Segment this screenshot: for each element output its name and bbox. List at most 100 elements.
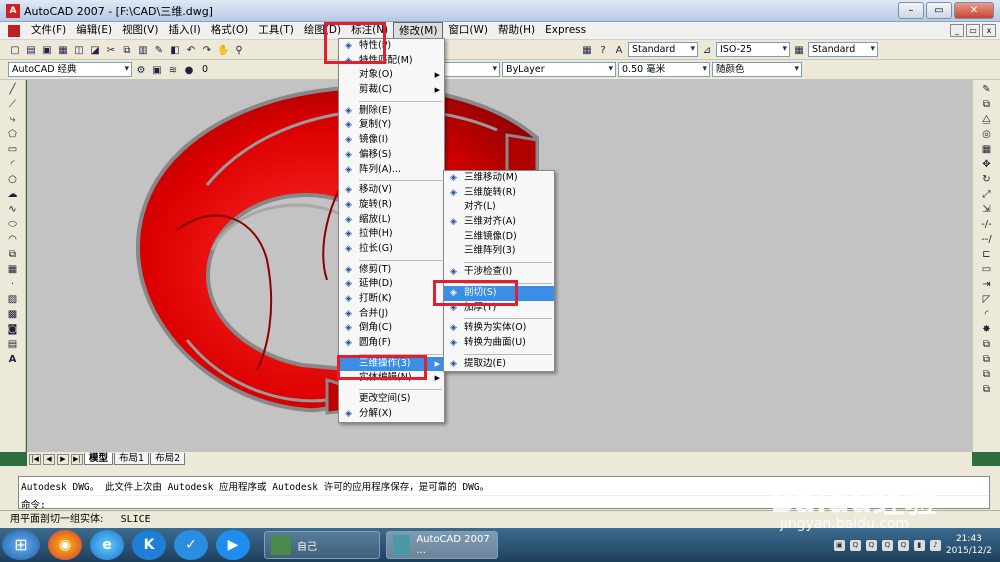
maximize-button[interactable]: ▭ (926, 2, 952, 19)
modify-menu-item[interactable]: ◈ 删除(E) (339, 104, 444, 119)
rectangle-icon[interactable]: ▭ (6, 144, 20, 156)
stretch-tool-icon[interactable]: ⇲ (980, 204, 994, 216)
3d-submenu-item[interactable]: ◈ 干涉检查(I) (444, 265, 554, 280)
modify-menu-item[interactable]: ◈ 拉伸(H) (339, 227, 444, 242)
print-icon[interactable]: ▦ (56, 43, 70, 57)
matchprop-icon[interactable]: ✎ (152, 43, 166, 57)
layer-name[interactable]: 0 (198, 64, 212, 75)
3d-submenu-item[interactable]: ◈ 三维旋转(R) (444, 186, 554, 201)
hatch-icon[interactable]: ▨ (6, 294, 20, 306)
close-button[interactable]: ✕ (954, 2, 994, 19)
prev-tab-icon[interactable]: ◀ (43, 453, 55, 465)
offset-tool-icon[interactable]: ◎ (980, 129, 994, 141)
tray-qq-icon[interactable]: Q (849, 539, 861, 551)
circle-icon[interactable]: ○ (6, 174, 20, 186)
menu-tools[interactable]: 工具(T) (253, 22, 299, 39)
tray-qq3-icon[interactable]: Q (881, 539, 893, 551)
trim-tool-icon[interactable]: -/- (980, 219, 994, 231)
redo-icon[interactable]: ↷ (200, 43, 214, 57)
3d-submenu-item[interactable]: ◈ 提取边(E) (444, 357, 554, 372)
modify-menu-item[interactable]: ◈ 偏移(S) (339, 148, 444, 163)
modify-menu-item[interactable]: ◈ 延伸(D) (339, 277, 444, 292)
modify-menu-item[interactable]: 剪裁(C) ▶ (339, 83, 444, 98)
calculator-icon[interactable]: ▦ (580, 43, 594, 57)
text-style-select[interactable]: Standard (628, 42, 698, 57)
clock[interactable]: 21:43 2015/12/2 (946, 533, 992, 557)
modify-menu-item[interactable]: 更改空间(S) (339, 392, 444, 407)
ellipse-arc-icon[interactable]: ◠ (6, 234, 20, 246)
point-icon[interactable]: · (6, 279, 20, 291)
kugou-icon[interactable]: K (132, 530, 166, 560)
modify-menu-item[interactable]: ◈ 打断(K) (339, 292, 444, 307)
taskbar-item-autocad[interactable]: AutoCAD 2007 ... (386, 531, 498, 559)
arc-icon[interactable]: ◜ (6, 159, 20, 171)
help-icon[interactable]: ? (596, 43, 610, 57)
workspace-select[interactable]: AutoCAD 经典 (8, 62, 132, 77)
copy-tool-icon[interactable]: ⧉ (980, 99, 994, 111)
extend-tool-icon[interactable]: --/ (980, 234, 994, 246)
modify-menu-item[interactable]: 对象(O) ▶ (339, 68, 444, 83)
open-icon[interactable]: ▤ (24, 43, 38, 57)
3d-submenu-item[interactable]: 三维阵列(3) (444, 244, 554, 259)
ellipse-icon[interactable]: ⬭ (6, 219, 20, 231)
modify-menu-item[interactable]: ◈ 圆角(F) (339, 336, 444, 351)
pan-icon[interactable]: ✋ (216, 43, 230, 57)
menu-express[interactable]: Express (540, 22, 591, 39)
modify-menu-item[interactable]: ◈ 旋转(R) (339, 198, 444, 213)
insert-block-icon[interactable]: ⧉ (6, 249, 20, 261)
security-icon[interactable]: ✓ (174, 530, 208, 560)
line-icon[interactable]: ╱ (6, 84, 20, 96)
menu-insert[interactable]: 插入(I) (163, 22, 205, 39)
spline-icon[interactable]: ∿ (6, 204, 20, 216)
menu-help[interactable]: 帮助(H) (493, 22, 540, 39)
menu-modify[interactable]: 修改(M) (393, 22, 444, 39)
mirror-tool-icon[interactable]: ⧋ (980, 114, 994, 126)
region-icon[interactable]: ◙ (6, 324, 20, 336)
player-icon[interactable]: ▶ (216, 530, 250, 560)
tab-layout2[interactable]: 布局2 (150, 453, 186, 465)
3d-submenu-item[interactable]: ◈ 三维对齐(A) (444, 215, 554, 230)
copy-clip-icon[interactable]: ⧉ (120, 43, 134, 57)
publish-icon[interactable]: ◪ (88, 43, 102, 57)
move-tool-icon[interactable]: ✥ (980, 159, 994, 171)
table-style-select[interactable]: Standard (808, 42, 878, 57)
3d-submenu-item[interactable]: ◈ 转换为曲面(U) (444, 336, 554, 351)
tray-qq2-icon[interactable]: Q (865, 539, 877, 551)
draworder4-icon[interactable]: ⧉ (980, 384, 994, 396)
modify-menu-item[interactable]: ◈ 移动(V) (339, 183, 444, 198)
doc-minimize-button[interactable]: _ (950, 24, 964, 37)
save-workspace-icon[interactable]: ▣ (150, 63, 164, 77)
lightbulb-icon[interactable]: ● (182, 63, 196, 77)
lineweight-select[interactable]: 0.50 毫米 (618, 62, 711, 77)
block-editor-icon[interactable]: ◧ (168, 43, 182, 57)
3d-submenu-item[interactable]: 对齐(L) (444, 200, 554, 215)
plotstyle-select[interactable]: 随颜色 (712, 62, 803, 77)
linetype-select[interactable]: ByLayer (502, 62, 617, 77)
doc-close-button[interactable]: x (982, 24, 996, 37)
tray-volume-icon[interactable]: ♪ (929, 539, 941, 551)
mtext-icon[interactable]: A (6, 354, 20, 366)
menu-file[interactable]: 文件(F) (26, 22, 71, 39)
draworder3-icon[interactable]: ⧉ (980, 369, 994, 381)
make-block-icon[interactable]: ▦ (6, 264, 20, 276)
array-tool-icon[interactable]: ▦ (980, 144, 994, 156)
modify-menu-item[interactable]: ◈ 拉长(G) (339, 242, 444, 257)
command-box[interactable]: Autodesk DWG。 此文件上次由 Autodesk 应用程序或 Auto… (18, 476, 990, 511)
modify-menu-item[interactable]: ◈ 缩放(L) (339, 213, 444, 228)
draworder2-icon[interactable]: ⧉ (980, 354, 994, 366)
layer-manager-icon[interactable]: ≋ (166, 63, 180, 77)
draworder-icon[interactable]: ⧉ (980, 339, 994, 351)
polyline-icon[interactable]: ⤷ (6, 114, 20, 126)
chamfer-tool-icon[interactable]: ◸ (980, 294, 994, 306)
3d-submenu-item[interactable]: 三维镜像(D) (444, 230, 554, 245)
modify-menu-item[interactable]: ◈ 复制(Y) (339, 118, 444, 133)
doc-restore-button[interactable]: ▭ (966, 24, 980, 37)
taskbar-item-image[interactable]: 自己 (264, 531, 380, 559)
last-tab-icon[interactable]: ▶| (71, 453, 83, 465)
minimize-button[interactable]: – (898, 2, 924, 19)
tray-network-icon[interactable]: ▮ (913, 539, 925, 551)
tray-app-icon[interactable]: ▣ (833, 539, 845, 551)
next-tab-icon[interactable]: ▶ (57, 453, 69, 465)
3d-submenu-item[interactable]: ◈ 三维移动(M) (444, 171, 554, 186)
modify-menu-item[interactable]: ◈ 分解(X) (339, 407, 444, 422)
